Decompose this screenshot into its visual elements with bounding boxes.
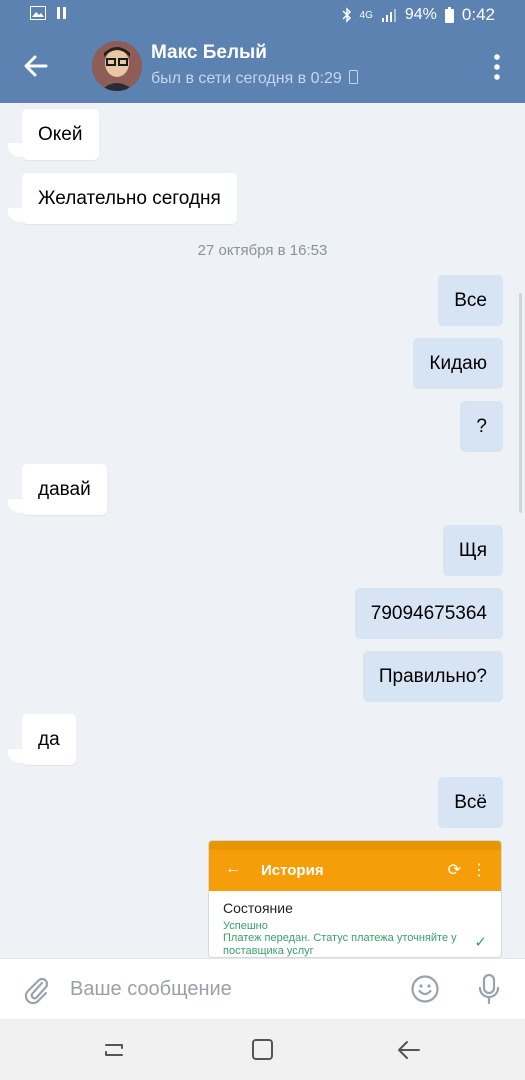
image-note: Платеж передан. Статус платежа уточняйте… [223,932,457,957]
image-back-icon: ← [225,860,241,877]
bubble-tail [8,499,22,513]
message-incoming[interactable]: Желательно сегодня [22,173,237,224]
image-state: Успешно [223,920,268,932]
contact-name[interactable]: Макс Белый [151,42,267,64]
back-arrow-icon[interactable] [20,50,52,82]
last-seen-text: был в сети сегодня в 0:29 [151,70,342,87]
message-outgoing[interactable]: Правильно? [362,651,503,702]
scrollbar[interactable] [519,293,522,513]
message-incoming[interactable]: Окей [22,109,99,160]
network-type: 4G [359,9,373,21]
share-icon: ⟳ [447,862,461,879]
signal-icon [381,9,396,22]
message-list[interactable]: Окей Желательно сегодня 27 октября в 16:… [0,103,525,958]
more-vertical-icon[interactable] [489,52,505,82]
message-outgoing[interactable]: 79094675364 [354,588,503,639]
date-separator: 27 октября в 16:53 [197,242,328,259]
image-header-title: История [261,862,324,879]
image-app-header: ← История ⟳ ⋮ [209,850,501,891]
chat-header: Макс Белый был в сети сегодня в 0:29 [0,30,525,103]
image-more-icon: ⋮ [471,862,487,879]
message-outgoing[interactable]: Кидаю [413,338,503,389]
status-bar: 4G 94% 0:42 [0,0,525,30]
clock: 0:42 [461,5,495,24]
message-outgoing[interactable]: ? [460,401,503,452]
composer [0,958,525,1019]
contact-status: был в сети сегодня в 0:29 [151,70,359,88]
mic-icon[interactable] [476,973,502,1005]
battery-level: 94% [404,6,437,23]
image-status-bar [209,841,501,850]
message-incoming[interactable]: давай [22,464,107,515]
emoji-icon[interactable] [410,974,440,1004]
check-icon: ✓ [474,934,487,951]
message-outgoing[interactable]: Всё [438,777,503,828]
message-outgoing[interactable]: Щя [442,525,503,576]
image-attachment[interactable]: ← История ⟳ ⋮ Состояние Успешно Платеж п… [208,840,502,958]
image-section-title: Состояние [223,900,293,916]
message-input[interactable] [70,969,390,1009]
home-icon[interactable] [249,1037,277,1063]
bubble-tail [8,208,22,222]
bubble-tail [8,749,22,763]
recent-apps-icon[interactable] [100,1037,128,1063]
bluetooth-icon [342,7,351,23]
message-incoming[interactable]: да [22,714,76,765]
battery-icon [444,7,454,23]
message-outgoing[interactable]: Все [438,275,503,326]
mobile-icon [349,70,359,84]
image-content: Состояние Успешно Платеж передан. Статус… [209,891,501,957]
back-icon[interactable] [395,1037,423,1063]
image-icon [30,6,46,20]
system-nav-bar [0,1019,525,1080]
bubble-tail [8,143,22,157]
attach-icon[interactable] [22,975,52,1005]
pause-icon [57,7,66,19]
avatar[interactable] [92,41,142,91]
